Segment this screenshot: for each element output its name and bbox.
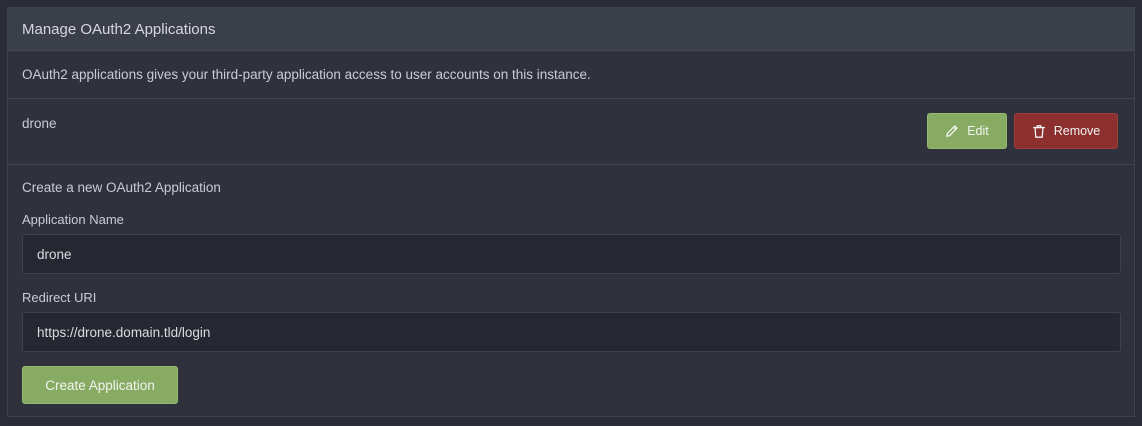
trash-icon [1032, 124, 1046, 139]
description-text: OAuth2 applications gives your third-par… [22, 67, 591, 82]
redirect-uri-input[interactable] [22, 312, 1121, 352]
remove-label: Remove [1053, 124, 1101, 138]
panel-title: Manage OAuth2 Applications [22, 20, 216, 38]
row-actions: Edit Remove [927, 113, 1118, 149]
panel-header: Manage OAuth2 Applications [8, 8, 1134, 51]
application-name-input[interactable] [22, 234, 1121, 274]
oauth2-panel: Manage OAuth2 Applications OAuth2 applic… [7, 7, 1135, 417]
create-application-button[interactable]: Create Application [22, 366, 178, 404]
redirect-uri-field-group: Redirect URI [22, 290, 1121, 352]
remove-button[interactable]: Remove [1014, 113, 1118, 149]
redirect-uri-label: Redirect URI [22, 290, 97, 305]
edit-button[interactable]: Edit [927, 113, 1007, 149]
application-row: drone Edit Remove [8, 99, 1134, 165]
application-name: drone [22, 116, 57, 131]
application-name-label: Application Name [22, 212, 124, 227]
pencil-icon [945, 124, 959, 138]
edit-label: Edit [967, 124, 989, 138]
application-name-field-group: Application Name [22, 212, 1121, 274]
create-application-form: Create a new OAuth2 Application Applicat… [8, 165, 1134, 404]
panel-description: OAuth2 applications gives your third-par… [8, 51, 1134, 99]
form-title: Create a new OAuth2 Application [22, 180, 221, 195]
